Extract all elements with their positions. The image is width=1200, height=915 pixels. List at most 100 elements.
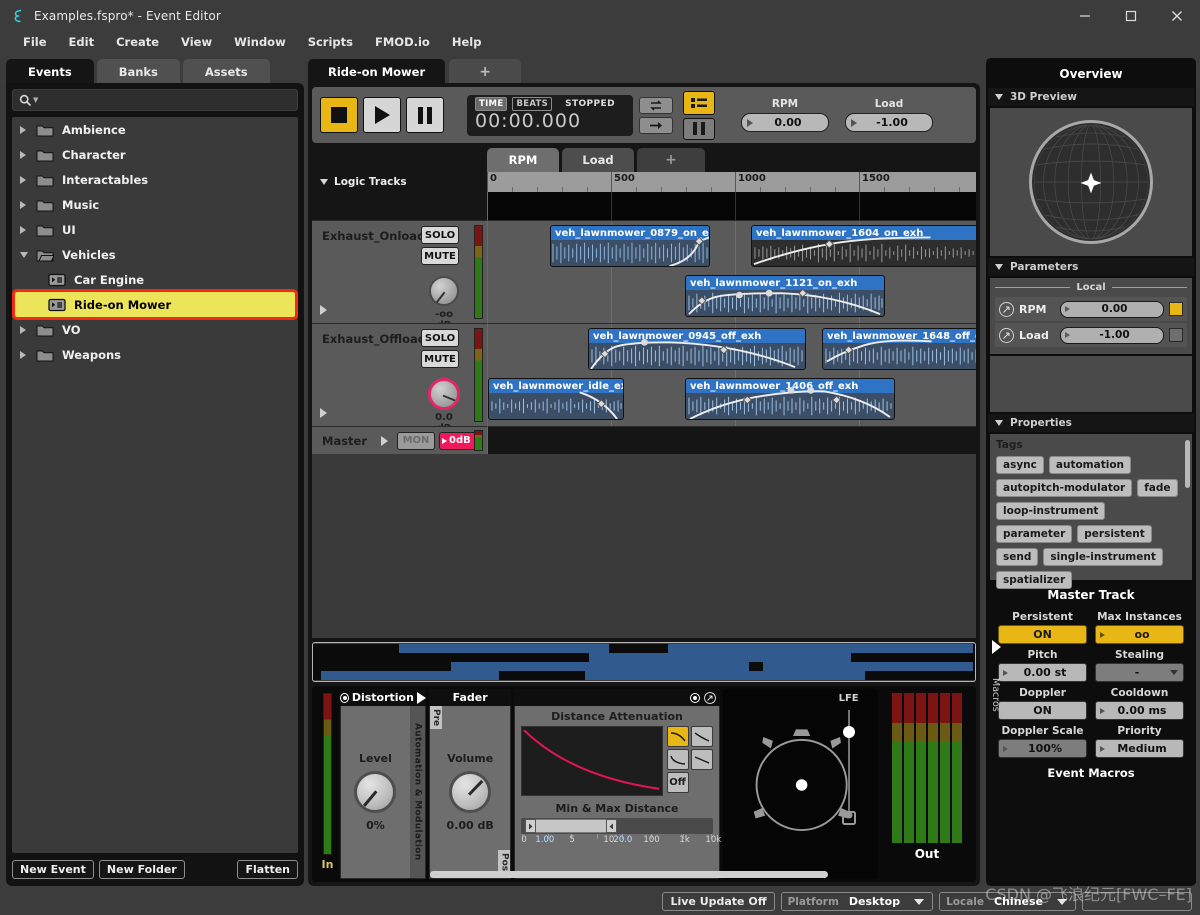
track-expand-icon[interactable] xyxy=(320,305,327,315)
level-knob[interactable] xyxy=(354,771,396,813)
volume-knob[interactable] xyxy=(449,771,491,813)
new-event-button[interactable]: New Event xyxy=(12,860,94,879)
twisty-icon[interactable] xyxy=(20,176,36,184)
minimize-button[interactable] xyxy=(1062,0,1108,31)
tag-autopitch-modulator[interactable]: autopitch-modulator xyxy=(996,479,1132,497)
track-lane[interactable]: veh_lawnmower_0945_off_exh xyxy=(487,323,976,426)
volume-knob[interactable] xyxy=(429,276,459,306)
speaker-pan-field[interactable]: LFE xyxy=(723,689,878,879)
suspend-button[interactable] xyxy=(683,118,715,140)
tab-banks[interactable]: Banks xyxy=(97,59,180,84)
timeline-overview-strip[interactable] xyxy=(312,642,976,682)
twisty-icon[interactable] xyxy=(20,201,36,209)
stop-button[interactable] xyxy=(320,97,358,133)
tree-item-music[interactable]: Music xyxy=(12,192,298,217)
parameter-value-field[interactable]: -1.00 xyxy=(1060,327,1164,344)
tag-single-instrument[interactable]: single-instrument xyxy=(1043,548,1162,566)
curve-shape-2-button[interactable] xyxy=(691,726,713,747)
menu-help[interactable]: Help xyxy=(441,33,493,51)
solo-button[interactable]: SOLO xyxy=(421,329,459,347)
tag-send[interactable]: send xyxy=(996,548,1038,566)
curve-shape-1-button[interactable] xyxy=(667,726,689,747)
min-distance-handle[interactable] xyxy=(525,819,536,833)
play-button[interactable] xyxy=(363,97,401,133)
deck-horizontal-scrollbar[interactable] xyxy=(430,871,968,878)
timecode-value[interactable]: 00:00.000 xyxy=(475,110,625,132)
clip-veh-lawnmower-idle-exh[interactable]: veh_lawnmower_idle_exh xyxy=(488,378,624,420)
macro-doppler-scale-field[interactable]: 100% xyxy=(998,739,1087,758)
tree-item-weapons[interactable]: Weapons xyxy=(12,342,298,367)
menu-create[interactable]: Create xyxy=(105,33,170,51)
mute-button[interactable]: MUTE xyxy=(421,350,459,368)
macro-persistent-button[interactable]: ON xyxy=(998,625,1087,644)
twisty-icon[interactable] xyxy=(20,351,36,359)
macro-doppler-button[interactable]: ON xyxy=(998,701,1087,720)
flatten-button[interactable]: Flatten xyxy=(237,860,298,879)
solo-button[interactable]: SOLO xyxy=(421,226,459,244)
new-folder-button[interactable]: New Folder xyxy=(99,860,185,879)
curve-shape-3-button[interactable] xyxy=(667,749,689,770)
tab-assets[interactable]: Assets xyxy=(183,59,270,84)
master-track-lane[interactable] xyxy=(487,426,976,454)
track-header[interactable]: Exhaust_Onload SOLO MUTE -oo dB xyxy=(312,220,487,323)
tag-fade[interactable]: fade xyxy=(1137,479,1177,497)
macro-cooldown-field[interactable]: 0.00 ms xyxy=(1095,701,1184,720)
tree-item-ui[interactable]: UI xyxy=(12,217,298,242)
3d-sphere[interactable] xyxy=(1029,120,1153,244)
add-event-tab-button[interactable]: + xyxy=(449,59,521,84)
twisty-icon[interactable] xyxy=(20,252,36,258)
max-distance-handle[interactable] xyxy=(606,819,617,833)
menu-file[interactable]: File xyxy=(12,33,58,51)
attenuation-curve-graph[interactable] xyxy=(521,726,662,796)
clip-veh-lawnmower-1648-off-exh[interactable]: veh_lawnmower_1648_off_exh xyxy=(822,328,976,370)
section-properties[interactable]: Properties xyxy=(988,414,1194,432)
3d-preview[interactable] xyxy=(990,108,1192,256)
maximize-button[interactable] xyxy=(1108,0,1154,31)
search-input[interactable]: ▼ xyxy=(12,89,298,111)
logic-track-body[interactable] xyxy=(487,192,976,220)
module-header[interactable]: Fader xyxy=(429,689,511,706)
mute-button[interactable]: MUTE xyxy=(421,247,459,265)
twisty-icon[interactable] xyxy=(20,151,36,159)
pause-button[interactable] xyxy=(406,97,444,133)
min-max-slider[interactable] xyxy=(521,818,712,834)
clip-veh-lawnmower-1406-off-exh[interactable]: veh_lawnmower_1406_off_exh xyxy=(685,378,895,420)
macro-stealing-dropdown[interactable]: - xyxy=(1095,663,1184,682)
parameter-sheet-button[interactable] xyxy=(683,91,715,115)
preset-play-icon[interactable] xyxy=(417,692,426,704)
tree-item-ambience[interactable]: Ambience xyxy=(12,117,298,142)
menu-fmodio[interactable]: FMOD.io xyxy=(364,33,441,51)
follow-button[interactable] xyxy=(639,117,673,134)
tag-persistent[interactable]: persistent xyxy=(1077,525,1152,543)
macro-pitch-field[interactable]: 0.00 st xyxy=(998,663,1087,682)
tree-item-vehicles[interactable]: Vehicles xyxy=(12,242,298,267)
menu-edit[interactable]: Edit xyxy=(58,33,106,51)
parameter-tab-load[interactable]: Load xyxy=(562,148,634,172)
tree-item-car-engine[interactable]: Car Engine xyxy=(12,267,298,292)
bypass-icon[interactable] xyxy=(690,693,700,703)
clip-veh-lawnmower-1604-on-exh[interactable]: veh_lawnmower_1604_on_exh xyxy=(751,225,976,267)
section-3d-preview[interactable]: 3D Preview xyxy=(988,88,1194,106)
mon-button[interactable]: MON xyxy=(397,432,435,450)
parameter-color-swatch[interactable] xyxy=(1169,328,1183,342)
loop-button[interactable] xyxy=(639,97,673,114)
clip-veh-lawnmower-0879-on-exh[interactable]: veh_lawnmower_0879_on_exh xyxy=(550,225,710,267)
tree-item-character[interactable]: Character xyxy=(12,142,298,167)
tag-parameter[interactable]: parameter xyxy=(996,525,1072,543)
tree-item-interactables[interactable]: Interactables xyxy=(12,167,298,192)
properties-scrollbar[interactable] xyxy=(1185,440,1190,488)
menu-view[interactable]: View xyxy=(170,33,223,51)
modulation-icon[interactable] xyxy=(704,692,716,704)
twisty-icon[interactable] xyxy=(20,326,36,334)
macro-priority-field[interactable]: Medium xyxy=(1095,739,1184,758)
twisty-icon[interactable] xyxy=(20,226,36,234)
empty-track-area[interactable] xyxy=(312,454,976,638)
track-header[interactable]: Exhaust_Offload SOLO MUTE 0.0 dB xyxy=(312,323,487,426)
parameter-readout-field[interactable]: -1.00 xyxy=(845,113,933,132)
tag-async[interactable]: async xyxy=(996,456,1044,474)
module-header[interactable]: Distortion xyxy=(340,689,426,706)
tree-item-ride-on-mower[interactable]: Ride-on Mower xyxy=(15,292,295,317)
clip-veh-lawnmower-0945-off-exh[interactable]: veh_lawnmower_0945_off_exh xyxy=(588,328,806,370)
parameter-value-field[interactable]: 0.00 xyxy=(1060,301,1164,318)
parameter-ruler[interactable]: 0 500 1000 1500 xyxy=(487,172,976,192)
